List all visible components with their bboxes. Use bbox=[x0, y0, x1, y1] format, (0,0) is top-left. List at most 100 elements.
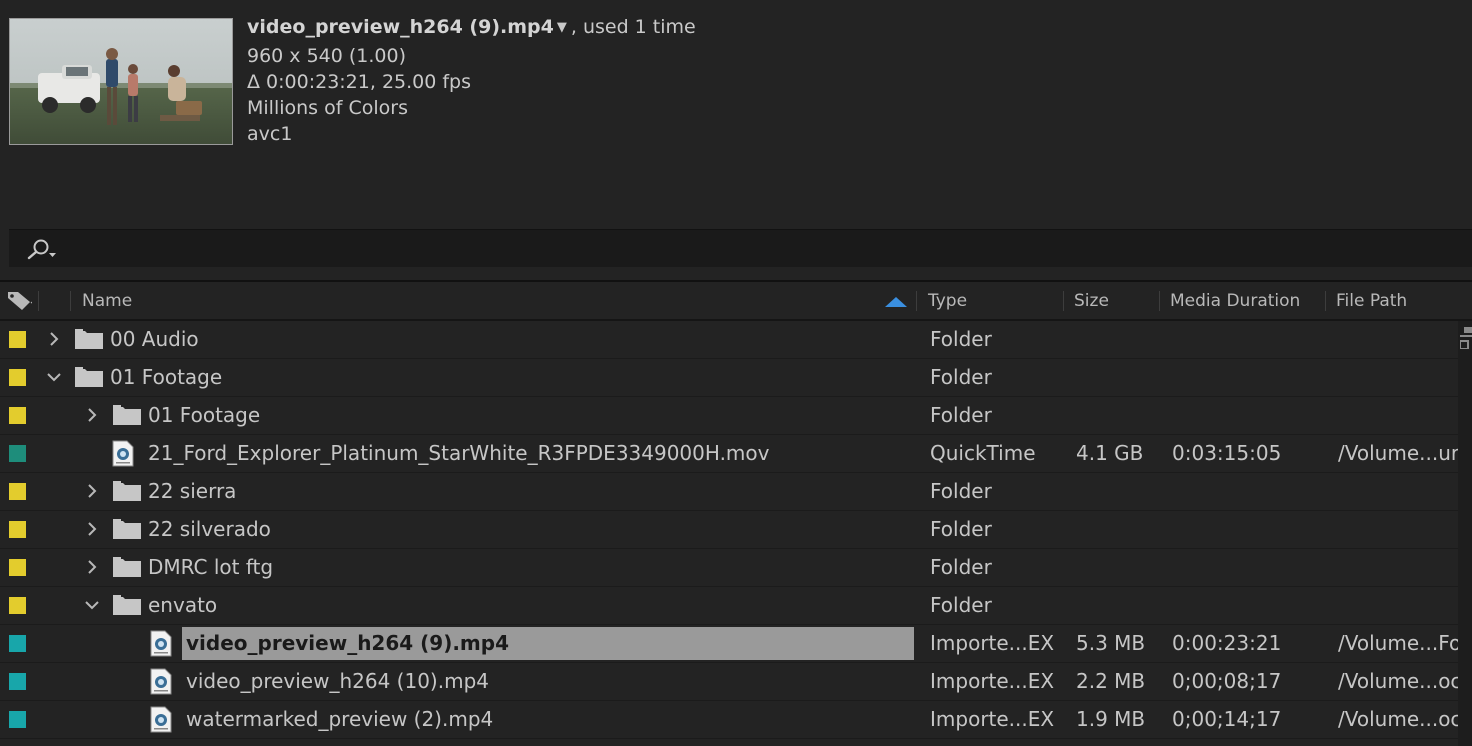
bin-name[interactable]: DMRC lot ftg bbox=[148, 549, 273, 586]
label-color-swatch[interactable] bbox=[9, 559, 26, 576]
item-file-path: /Volume...oc bbox=[1338, 707, 1458, 731]
item-media-duration: 0;00;08;17 bbox=[1172, 669, 1282, 693]
item-type: Importe...EX bbox=[930, 631, 1055, 655]
chevron-right-icon[interactable] bbox=[46, 330, 62, 348]
folder-icon bbox=[113, 595, 141, 615]
item-file-path: /Volume...ur bbox=[1338, 441, 1458, 465]
label-color-swatch[interactable] bbox=[9, 369, 26, 386]
item-media-duration: 0:03:15:05 bbox=[1172, 441, 1282, 465]
item-type: Importe...EX bbox=[930, 707, 1055, 731]
search-bar bbox=[9, 229, 1472, 267]
chevron-right-icon[interactable] bbox=[84, 406, 100, 424]
label-color-swatch[interactable] bbox=[9, 635, 26, 652]
project-item-list: 00 Audio Folder 01 Footage Folder 01 Footage… bbox=[0, 321, 1458, 739]
bin-name[interactable]: envato bbox=[148, 587, 217, 624]
item-type: Folder bbox=[930, 365, 992, 389]
column-file-path[interactable]: File Path bbox=[1336, 283, 1407, 319]
item-size: 5.3 MB bbox=[1076, 631, 1146, 655]
clip-name[interactable]: 21_Ford_Explorer_Platinum_StarWhite_R3FP… bbox=[148, 435, 769, 472]
chevron-down-icon[interactable] bbox=[84, 596, 100, 614]
column-header: Name Type Size Media Duration File Path bbox=[0, 283, 1472, 321]
clip-name[interactable]: video_preview_h264 (10).mp4 bbox=[186, 663, 489, 700]
label-color-swatch[interactable] bbox=[9, 445, 26, 462]
item-type: Importe...EX bbox=[930, 669, 1055, 693]
bin-row[interactable]: envato Folder bbox=[0, 587, 1458, 625]
label-color-swatch[interactable] bbox=[9, 331, 26, 348]
column-separator[interactable] bbox=[1159, 291, 1160, 311]
clip-usage: , used 1 time bbox=[570, 16, 696, 38]
clip-row[interactable]: 21_Ford_Explorer_Platinum_StarWhite_R3FP… bbox=[0, 435, 1458, 473]
label-tag-icon[interactable] bbox=[6, 291, 32, 311]
folder-icon bbox=[75, 367, 103, 387]
clip-row[interactable]: watermarked_preview (2).mp4 Importe...EX 1… bbox=[0, 701, 1458, 739]
bin-row[interactable]: 22 sierra Folder bbox=[0, 473, 1458, 511]
chevron-right-icon[interactable] bbox=[84, 482, 100, 500]
folder-icon bbox=[113, 481, 141, 501]
bin-row[interactable]: 22 silverado Folder bbox=[0, 511, 1458, 549]
chevron-right-icon[interactable] bbox=[84, 558, 100, 576]
video-file-icon bbox=[150, 706, 172, 733]
item-type: Folder bbox=[930, 479, 992, 503]
item-type: Folder bbox=[930, 327, 992, 351]
label-color-swatch[interactable] bbox=[9, 673, 26, 690]
clip-duration: Δ 0:00:23:21, 25.00 fps bbox=[247, 71, 472, 93]
vertical-scrollbar[interactable] bbox=[1458, 321, 1472, 746]
video-file-icon bbox=[112, 440, 134, 467]
column-media-duration[interactable]: Media Duration bbox=[1170, 283, 1300, 319]
item-file-path: /Volume...Fo bbox=[1338, 631, 1458, 655]
label-color-swatch[interactable] bbox=[9, 521, 26, 538]
clip-row[interactable]: video_preview_h264 (10).mp4 Importe...EX 2… bbox=[0, 663, 1458, 701]
search-icon[interactable] bbox=[23, 238, 57, 260]
column-separator[interactable] bbox=[1063, 291, 1064, 311]
column-separator[interactable] bbox=[70, 291, 71, 311]
sort-ascending-icon[interactable] bbox=[884, 297, 908, 307]
bin-row[interactable]: 00 Audio Folder bbox=[0, 321, 1458, 359]
clip-name: video_preview_h264 (9).mp4 bbox=[247, 16, 554, 38]
folder-icon bbox=[113, 557, 141, 577]
item-size: 4.1 GB bbox=[1076, 441, 1144, 465]
label-color-swatch[interactable] bbox=[9, 597, 26, 614]
column-name[interactable]: Name bbox=[82, 283, 132, 319]
label-color-swatch[interactable] bbox=[9, 711, 26, 728]
bin-name[interactable]: 01 Footage bbox=[110, 359, 222, 396]
clip-menu-dropdown-icon[interactable]: ▼ bbox=[557, 15, 567, 41]
clip-row[interactable]: video_preview_h264 (9).mp4 Importe...EX 5.… bbox=[0, 625, 1458, 663]
clip-name[interactable]: video_preview_h264 (9).mp4 bbox=[186, 625, 509, 662]
column-separator[interactable] bbox=[916, 291, 917, 311]
bin-row[interactable]: 01 Footage Folder bbox=[0, 359, 1458, 397]
clip-colors: Millions of Colors bbox=[247, 97, 408, 119]
folder-icon bbox=[113, 405, 141, 425]
clip-thumbnail[interactable] bbox=[9, 18, 233, 145]
bin-name[interactable]: 22 silverado bbox=[148, 511, 271, 548]
bin-name[interactable]: 22 sierra bbox=[148, 473, 236, 510]
panel-resize-handle-icon[interactable] bbox=[1460, 327, 1472, 349]
folder-icon bbox=[75, 329, 103, 349]
column-separator[interactable] bbox=[38, 291, 39, 311]
panel-divider bbox=[0, 280, 1472, 282]
item-media-duration: 0:00:23:21 bbox=[1172, 631, 1282, 655]
bin-name[interactable]: 01 Footage bbox=[148, 397, 260, 434]
column-size[interactable]: Size bbox=[1074, 283, 1109, 319]
chevron-down-icon[interactable] bbox=[46, 368, 62, 386]
column-separator[interactable] bbox=[1325, 291, 1326, 311]
item-file-path: /Volume...oc bbox=[1338, 669, 1458, 693]
label-color-swatch[interactable] bbox=[9, 407, 26, 424]
item-type: QuickTime bbox=[930, 441, 1036, 465]
clip-name[interactable]: watermarked_preview (2).mp4 bbox=[186, 701, 493, 738]
bin-name[interactable]: 00 Audio bbox=[110, 321, 199, 358]
item-type: Folder bbox=[930, 555, 992, 579]
item-size: 2.2 MB bbox=[1076, 669, 1146, 693]
label-color-swatch[interactable] bbox=[9, 483, 26, 500]
clip-codec: avc1 bbox=[247, 123, 293, 145]
thumbnail-image bbox=[10, 19, 232, 144]
column-type[interactable]: Type bbox=[928, 283, 967, 319]
item-size: 1.9 MB bbox=[1076, 707, 1146, 731]
clip-dimensions: 960 x 540 (1.00) bbox=[247, 45, 407, 67]
chevron-right-icon[interactable] bbox=[84, 520, 100, 538]
bin-row[interactable]: DMRC lot ftg Folder bbox=[0, 549, 1458, 587]
item-type: Folder bbox=[930, 517, 992, 541]
bin-row[interactable]: 01 Footage Folder bbox=[0, 397, 1458, 435]
video-file-icon bbox=[150, 668, 172, 695]
search-input[interactable] bbox=[65, 234, 1459, 264]
video-file-icon bbox=[150, 630, 172, 657]
